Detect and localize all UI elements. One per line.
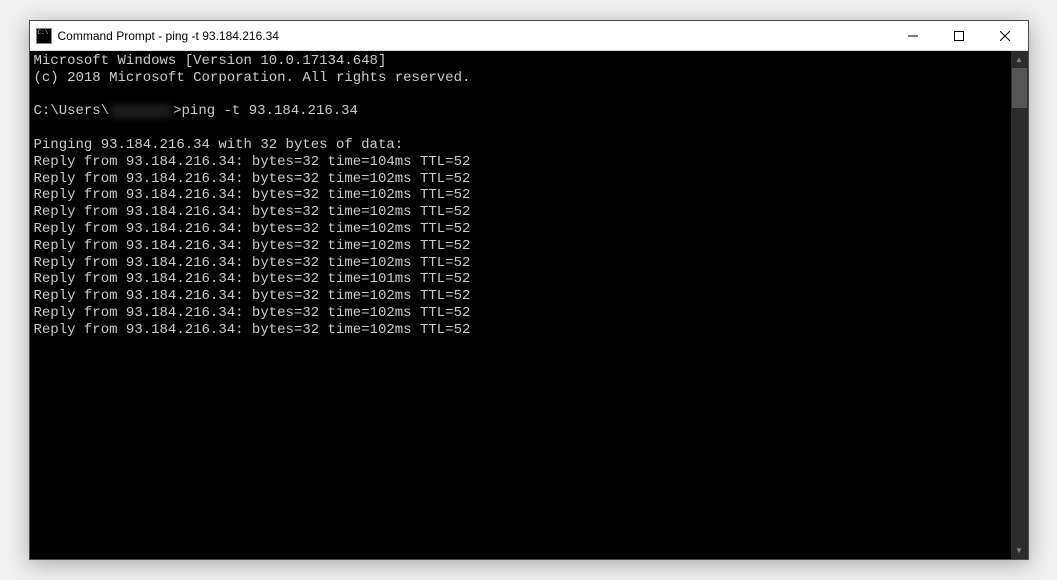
terminal-line: Microsoft Windows [Version 10.0.17134.64… [34, 53, 1007, 70]
titlebar[interactable]: Command Prompt - ping -t 93.184.216.34 [30, 21, 1028, 51]
terminal-wrapper: Microsoft Windows [Version 10.0.17134.64… [30, 51, 1028, 559]
terminal-line: (c) 2018 Microsoft Corporation. All righ… [34, 70, 1007, 87]
window-controls [890, 21, 1028, 50]
close-icon [1000, 31, 1010, 41]
maximize-button[interactable] [936, 21, 982, 50]
ping-header: Pinging 93.184.216.34 with 32 bytes of d… [34, 137, 1007, 154]
terminal-prompt-line: C:\Users\ >ping -t 93.184.216.34 [34, 103, 1007, 120]
terminal-output[interactable]: Microsoft Windows [Version 10.0.17134.64… [30, 51, 1011, 559]
ping-reply-line: Reply from 93.184.216.34: bytes=32 time=… [34, 171, 1007, 188]
ping-reply-line: Reply from 93.184.216.34: bytes=32 time=… [34, 221, 1007, 238]
ping-reply-line: Reply from 93.184.216.34: bytes=32 time=… [34, 322, 1007, 339]
scroll-up-arrow-icon[interactable]: ▲ [1011, 51, 1028, 68]
ping-reply-line: Reply from 93.184.216.34: bytes=32 time=… [34, 288, 1007, 305]
minimize-icon [908, 31, 918, 41]
ping-replies: Reply from 93.184.216.34: bytes=32 time=… [34, 154, 1007, 339]
prompt-prefix: C:\Users\ [34, 103, 110, 119]
terminal-blank-line [34, 87, 1007, 104]
window-title: Command Prompt - ping -t 93.184.216.34 [58, 29, 279, 43]
maximize-icon [954, 31, 964, 41]
minimize-button[interactable] [890, 21, 936, 50]
prompt-command: >ping -t 93.184.216.34 [173, 103, 358, 119]
cmd-app-icon [36, 28, 52, 44]
scroll-down-arrow-icon[interactable]: ▼ [1011, 542, 1028, 559]
command-prompt-window: Command Prompt - ping -t 93.184.216.34 M… [29, 20, 1029, 560]
ping-reply-line: Reply from 93.184.216.34: bytes=32 time=… [34, 204, 1007, 221]
ping-reply-line: Reply from 93.184.216.34: bytes=32 time=… [34, 255, 1007, 272]
vertical-scrollbar[interactable]: ▲ ▼ [1011, 51, 1028, 559]
ping-reply-line: Reply from 93.184.216.34: bytes=32 time=… [34, 271, 1007, 288]
scroll-thumb[interactable] [1012, 68, 1027, 108]
close-button[interactable] [982, 21, 1028, 50]
terminal-blank-line [34, 120, 1007, 137]
ping-reply-line: Reply from 93.184.216.34: bytes=32 time=… [34, 187, 1007, 204]
ping-reply-line: Reply from 93.184.216.34: bytes=32 time=… [34, 238, 1007, 255]
titlebar-left: Command Prompt - ping -t 93.184.216.34 [30, 28, 279, 44]
ping-reply-line: Reply from 93.184.216.34: bytes=32 time=… [34, 154, 1007, 171]
ping-reply-line: Reply from 93.184.216.34: bytes=32 time=… [34, 305, 1007, 322]
redacted-username [111, 104, 171, 118]
